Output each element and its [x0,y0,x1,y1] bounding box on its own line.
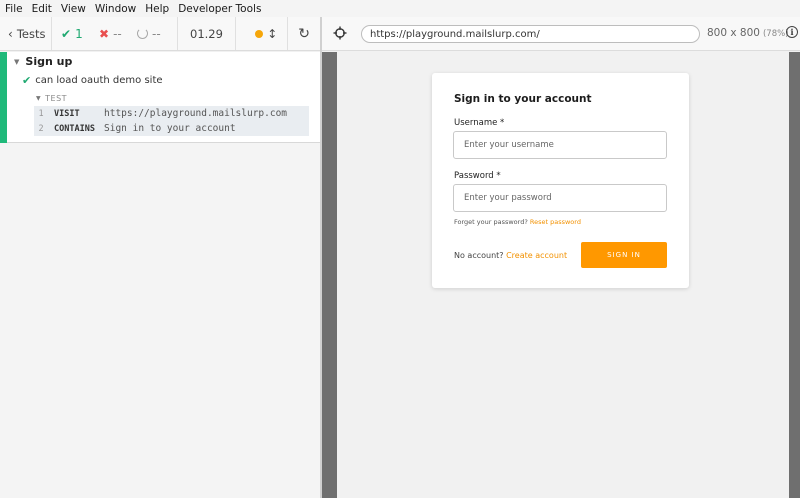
test-passed-icon: ✔ [22,74,32,87]
menu-window[interactable]: Window [95,3,136,15]
info-icon[interactable]: i [786,26,798,38]
failed-stat[interactable]: ✖ -- [99,17,137,50]
suite-status-bar [0,52,7,143]
no-account-label: No account? [454,251,504,260]
sign-in-button[interactable]: SIGN IN [581,242,667,268]
viewport-scale: (78%) [762,29,789,39]
selector-playground-icon[interactable] [333,26,347,40]
forgot-password-label: Forget your password? [454,218,528,226]
command-number: 2 [38,123,44,134]
passed-count: 1 [75,26,83,41]
username-input[interactable]: Enter your username [453,131,667,159]
pending-spinner-icon [137,28,148,39]
test-title-label: can load oauth demo site [35,75,163,86]
viewport-dimensions: 800 x 800 [707,27,760,39]
cross-icon: ✖ [99,26,110,41]
suite-title-label: Sign up [25,55,73,68]
passed-stat[interactable]: ✔ 1 [61,17,99,50]
check-icon: ✔ [61,26,72,41]
menu-view[interactable]: View [61,3,86,15]
caret-down-icon: ▼ [14,57,20,66]
forgot-password-text: Forget your password? Reset password [454,218,581,226]
reset-password-link[interactable]: Reset password [530,218,581,226]
suite-runnable: ▼ Sign up ✔ can load oauth demo site ▼ T… [0,52,320,143]
tests-label: Tests [16,26,46,41]
no-account-text: No account? Create account [454,251,567,260]
reporter-controls: ↕ ↻ [245,17,320,50]
menu-developer-tools[interactable]: Developer Tools [178,3,261,15]
caret-down-icon: ▼ [36,95,42,102]
duration: 01.29 [177,17,236,50]
test-title[interactable]: ✔ can load oauth demo site [22,74,163,87]
reporter-body: ▼ Sign up ✔ can load oauth demo site ▼ T… [0,52,320,498]
rerun-button[interactable]: ↻ [287,17,320,50]
failed-count: -- [113,26,122,41]
menu-bar: File Edit View Window Help Developer Too… [0,0,800,17]
reload-icon: ↻ [298,25,310,42]
hook-header[interactable]: ▼ TEST [36,94,67,103]
chevron-left-icon: ‹ [8,26,13,41]
menu-file[interactable]: File [5,3,23,15]
command-message: https://playground.mailslurp.com [104,108,288,119]
runner-header: https://playground.mailslurp.com/ 800 x … [322,17,800,51]
create-account-link[interactable]: Create account [506,251,567,260]
tests-button[interactable]: ‹ Tests [0,17,52,50]
url-bar[interactable]: https://playground.mailslurp.com/ [361,25,700,43]
auto-scroll-icon: ↕ [267,26,278,41]
auto-scroll-toggle[interactable]: ↕ [245,17,287,50]
cypress-app: File Edit View Window Help Developer Too… [0,0,800,498]
menu-help[interactable]: Help [145,3,169,15]
suite-title[interactable]: ▼ Sign up [14,55,72,68]
command-row[interactable]: 2 CONTAINS Sign in to your account [34,121,309,136]
password-label: Password * [454,171,501,181]
command-number: 1 [38,108,44,119]
login-card: Sign in to your account Username * Enter… [432,73,689,288]
pending-stat[interactable]: -- [137,17,177,50]
command-name: CONTAINS [54,123,95,134]
login-title: Sign in to your account [454,93,592,105]
menu-edit[interactable]: Edit [32,3,52,15]
reporter-header: ‹ Tests ✔ 1 ✖ -- -- 01.29 ↕ ↻ [0,17,320,51]
viewport-size: 800 x 800 (78%) [707,27,789,39]
username-label: Username * [454,118,505,128]
hook-label: TEST [45,94,68,103]
running-status-icon [255,29,264,38]
command-name: VISIT [54,108,80,119]
password-input[interactable]: Enter your password [453,184,667,212]
command-message: Sign in to your account [104,123,236,134]
pending-count: -- [152,26,161,41]
command-row[interactable]: 1 VISIT https://playground.mailslurp.com [34,106,309,121]
